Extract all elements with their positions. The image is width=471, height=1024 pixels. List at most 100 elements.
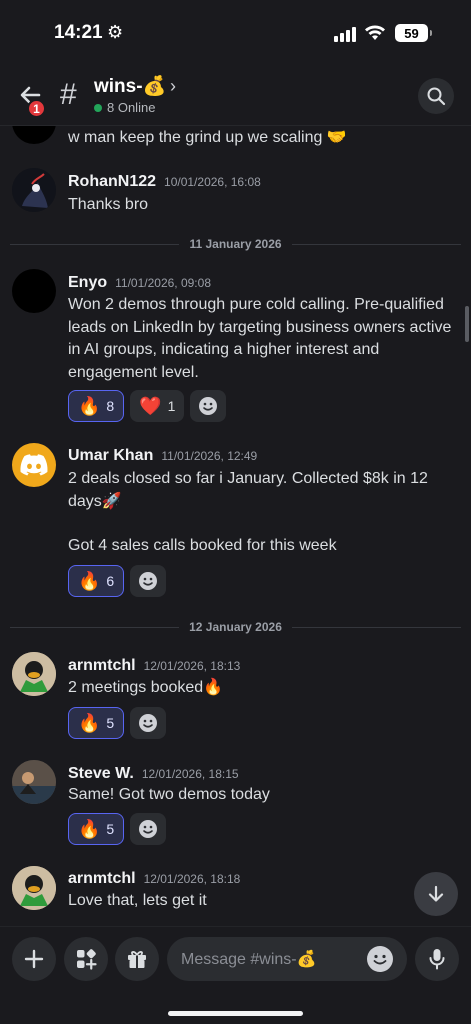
channel-name[interactable]: wins-💰 — [94, 74, 166, 98]
gift-button[interactable] — [115, 937, 159, 981]
smiley-add-icon — [139, 714, 158, 732]
timestamp: 11/01/2026, 12:49 — [161, 449, 258, 463]
online-dot-icon — [94, 103, 102, 112]
message-header: arnmtchl 12/01/2026, 18:13 — [68, 657, 240, 675]
channel-header: # wins-💰 › 8 Online — [0, 64, 471, 126]
message-text: Won 2 demos through pure cold calling. P… — [68, 296, 452, 381]
date-divider: 11 January 2026 — [10, 237, 462, 251]
channel-hash-icon: # — [60, 78, 77, 111]
avatar[interactable] — [12, 126, 56, 144]
search-button[interactable] — [418, 78, 454, 114]
add-attachment-button[interactable] — [12, 937, 56, 981]
author-name[interactable]: Enyo — [68, 274, 107, 292]
reaction-heart[interactable]: ❤️ 1 — [130, 390, 185, 422]
microphone-icon — [429, 949, 445, 970]
avatar[interactable] — [12, 168, 56, 212]
message-text: 2 deals closed so far i January. Collect… — [68, 470, 428, 510]
message-text: Got 4 sales calls booked for this week — [68, 537, 337, 554]
timestamp: 12/01/2026, 18:13 — [143, 659, 241, 673]
date-divider-label: 11 January 2026 — [189, 237, 282, 251]
status-time: 14:21 — [54, 22, 103, 43]
avatar-image — [12, 866, 56, 910]
fire-emoji-icon: 🔥 — [78, 818, 101, 839]
reactions-row: 🔥 6 — [68, 565, 167, 597]
avatar[interactable] — [12, 760, 56, 804]
message-text: Same! Got two demos today — [68, 786, 270, 803]
apps-button[interactable] — [64, 937, 108, 981]
jump-to-latest-button[interactable] — [414, 872, 458, 916]
gift-icon — [128, 951, 146, 968]
message-header: Umar Khan 11/01/2026, 12:49 — [68, 447, 257, 465]
reactions-row: 🔥 5 — [68, 707, 167, 739]
author-name[interactable]: arnmtchl — [68, 870, 136, 888]
apps-icon — [77, 949, 97, 970]
reaction-count: 5 — [106, 715, 115, 731]
status-bar: 14:21 ⚙ 59 — [0, 0, 471, 64]
reaction-count: 8 — [106, 398, 115, 414]
add-reaction-button[interactable] — [190, 390, 227, 422]
reaction-count: 5 — [106, 821, 115, 837]
message-text: w man keep the grind up we scaling 🤝 — [68, 129, 347, 146]
reactions-row: 🔥 5 — [68, 813, 167, 845]
scrollbar-thumb[interactable] — [465, 306, 469, 342]
avatar-image — [12, 168, 56, 212]
cellular-signal-icon — [334, 26, 356, 42]
reactions-row: 🔥 8 ❤️ 1 — [68, 390, 227, 422]
timestamp: 11/01/2026, 09:08 — [115, 276, 211, 290]
message-composer: Message #wins-💰 — [0, 926, 471, 1024]
voice-message-button[interactable] — [415, 937, 459, 981]
timestamp: 12/01/2026, 18:18 — [143, 872, 241, 886]
timestamp: 12/01/2026, 18:15 — [141, 767, 239, 781]
add-reaction-button[interactable] — [130, 707, 167, 739]
reaction-fire[interactable]: 🔥 5 — [68, 813, 125, 845]
online-label: 8 Online — [107, 100, 156, 115]
add-reaction-button[interactable] — [130, 813, 167, 845]
author-name[interactable]: Umar Khan — [68, 447, 153, 465]
date-divider-label: 12 January 2026 — [189, 620, 282, 634]
avatar[interactable] — [12, 269, 56, 313]
battery-indicator: 59 — [395, 24, 432, 42]
smiley-add-icon — [139, 572, 158, 590]
message-header: arnmtchl 12/01/2026, 18:18 — [68, 870, 240, 888]
timestamp: 10/01/2026, 16:08 — [164, 175, 261, 189]
online-count: 8 Online — [94, 100, 155, 115]
reaction-fire[interactable]: 🔥 5 — [68, 707, 125, 739]
fire-emoji-icon: 🔥 — [78, 712, 101, 733]
smiley-add-icon — [199, 397, 218, 415]
reaction-fire[interactable]: 🔥 8 — [68, 390, 125, 422]
arrow-down-icon — [428, 885, 444, 902]
message-placeholder: Message #wins-💰 — [181, 951, 317, 968]
reaction-fire[interactable]: 🔥 6 — [68, 565, 125, 597]
fire-emoji-icon: 🔥 — [78, 395, 101, 416]
settings-gear-icon: ⚙ — [107, 22, 124, 42]
home-indicator — [168, 1011, 303, 1016]
chevron-right-icon[interactable]: › — [170, 76, 176, 97]
message-header: Steve W. 12/01/2026, 18:15 — [68, 765, 239, 783]
message-input[interactable]: Message #wins-💰 — [167, 937, 407, 981]
date-divider: 12 January 2026 — [10, 620, 461, 634]
avatar[interactable] — [12, 652, 56, 696]
discord-logo-icon — [20, 454, 48, 476]
message-list[interactable]: w man keep the grind up we scaling 🤝 Roh… — [0, 126, 471, 926]
reaction-count: 6 — [106, 573, 115, 589]
author-name[interactable]: arnmtchl — [68, 657, 136, 675]
wifi-icon — [365, 25, 385, 40]
message-text: Thanks bro — [68, 196, 149, 213]
plus-icon — [24, 949, 44, 969]
avatar-image — [12, 760, 56, 804]
avatar[interactable] — [12, 443, 56, 487]
message-text: Love that, lets get it — [68, 892, 207, 909]
author-name[interactable]: RohanN122 — [68, 173, 156, 191]
smiley-add-icon — [139, 820, 158, 838]
author-name[interactable]: Steve W. — [68, 765, 134, 783]
add-reaction-button[interactable] — [130, 565, 167, 597]
message-header: Enyo 11/01/2026, 09:08 — [68, 274, 211, 292]
fire-emoji-icon: 🔥 — [78, 570, 101, 591]
avatar[interactable] — [12, 866, 56, 910]
search-icon — [427, 87, 446, 106]
emoji-picker-icon[interactable] — [367, 946, 393, 972]
avatar-image — [12, 652, 56, 696]
unread-badge: 1 — [27, 99, 46, 118]
reaction-count: 1 — [167, 398, 176, 414]
heart-emoji-icon: ❤️ — [139, 395, 162, 416]
